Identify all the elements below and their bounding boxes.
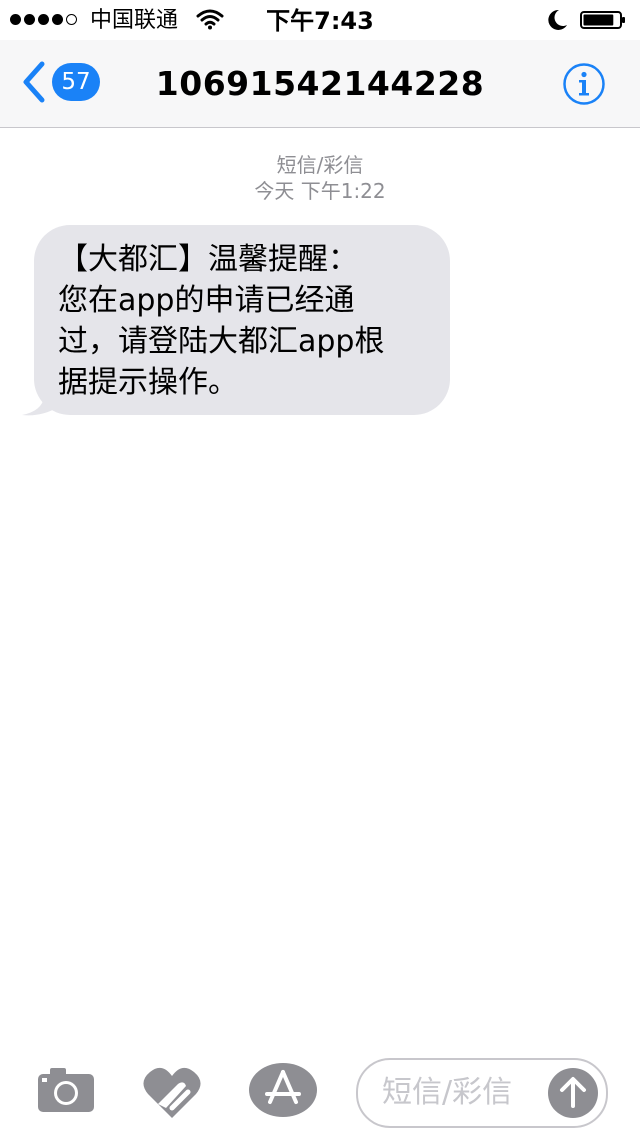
message-text: 【大都汇】温馨提醒： 您在app的申请已经通 过，请登陆大都汇app根 据提示操… bbox=[58, 242, 385, 400]
conversation-title: 10691542144228 bbox=[155, 64, 485, 103]
send-arrow-icon[interactable] bbox=[548, 1068, 598, 1118]
navigation-bar: 57 10691542144228 bbox=[0, 40, 640, 128]
service-label: 短信/彩信 bbox=[276, 153, 364, 177]
incoming-message[interactable]: 【大都汇】温馨提醒： 您在app的申请已经通 过，请登陆大都汇app根 据提示操… bbox=[22, 225, 452, 417]
messages-screen: 中国联通 下午7:43 57 10691542144228 短信/彩信 今天 下… bbox=[0, 0, 640, 1136]
do-not-disturb-moon-icon bbox=[548, 9, 567, 30]
app-store-icon[interactable] bbox=[248, 1062, 318, 1118]
conversation-meta: 短信/彩信 今天 下午1:22 bbox=[0, 152, 640, 204]
status-time: 下午7:43 bbox=[266, 7, 374, 35]
message-input[interactable]: 短信/彩信 bbox=[356, 1058, 608, 1128]
message-timestamp: 今天 下午1:22 bbox=[254, 179, 386, 203]
message-bubble: 【大都汇】温馨提醒： 您在app的申请已经通 过，请登陆大都汇app根 据提示操… bbox=[34, 225, 450, 415]
camera-icon[interactable] bbox=[36, 1064, 96, 1116]
compose-bar: 短信/彩信 bbox=[0, 1048, 640, 1136]
message-input-placeholder: 短信/彩信 bbox=[382, 1075, 513, 1110]
status-bar: 中国联通 下午7:43 bbox=[0, 0, 640, 40]
digital-touch-icon[interactable] bbox=[142, 1064, 202, 1120]
battery-icon bbox=[580, 11, 625, 29]
info-circle-icon[interactable] bbox=[562, 62, 606, 106]
